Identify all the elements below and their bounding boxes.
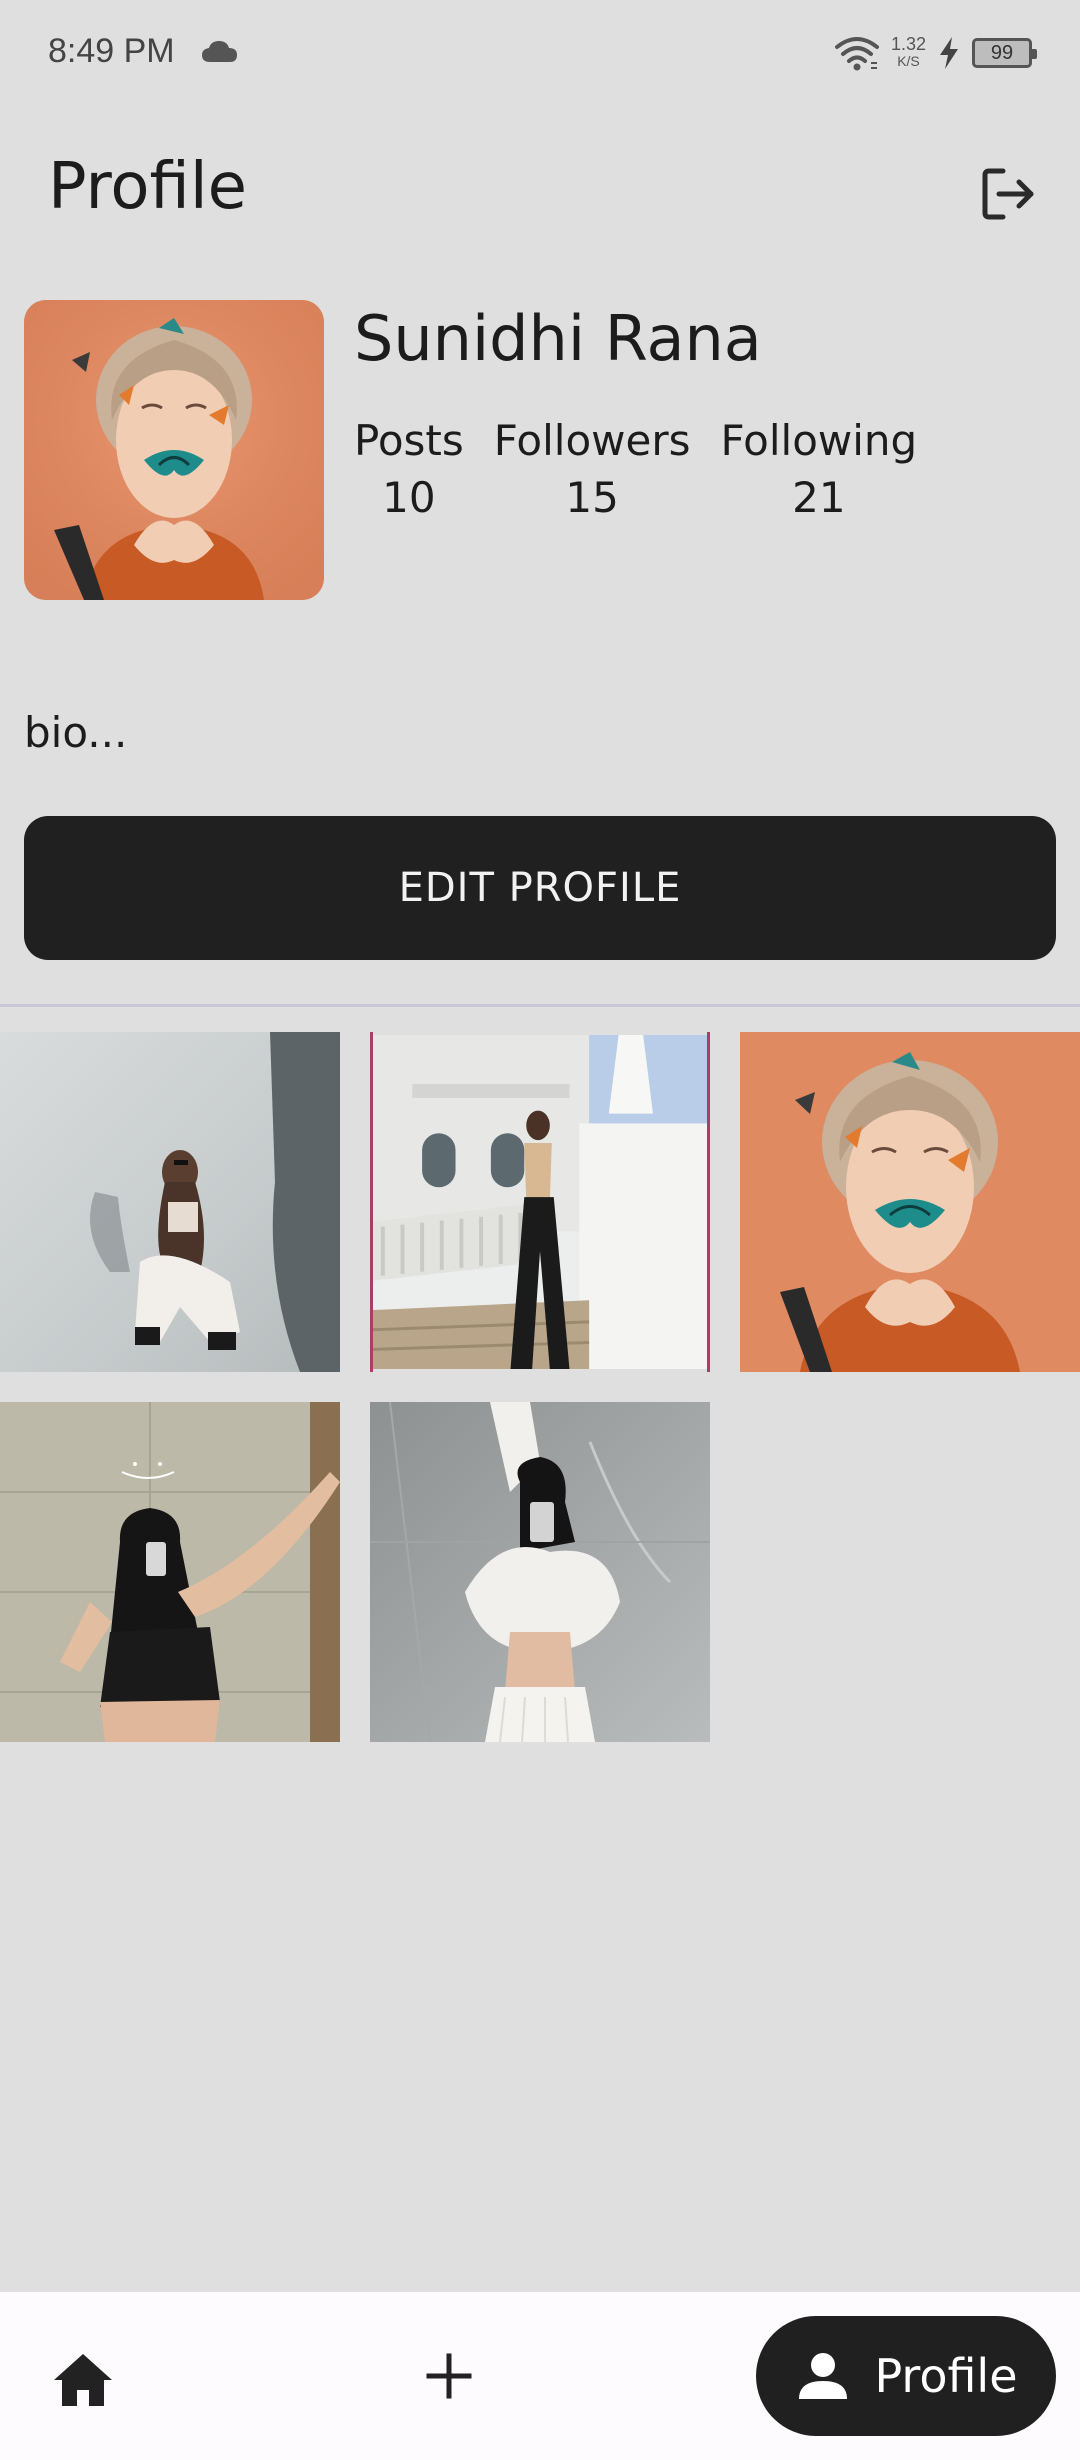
post-thumbnail-5[interactable] xyxy=(370,1402,710,1742)
logout-button[interactable] xyxy=(972,158,1044,230)
nav-profile-label: Profile xyxy=(874,2349,1018,2403)
post-image xyxy=(740,1032,1080,1372)
post-thumbnail-4[interactable] xyxy=(0,1402,340,1742)
post-image xyxy=(0,1032,340,1372)
charging-bolt-icon xyxy=(940,37,958,69)
status-indicators: 1.32 K/S 99 xyxy=(833,28,1037,78)
status-time: 8:49 PM xyxy=(48,32,175,70)
stat-label: Following xyxy=(720,416,918,465)
post-thumbnail-3[interactable] xyxy=(740,1032,1080,1372)
profile-stats: Posts 10 Followers 15 Following 21 xyxy=(354,416,917,522)
post-thumbnail-2[interactable] xyxy=(370,1032,710,1372)
wifi-icon xyxy=(834,37,879,71)
network-speed-value: 1.32 xyxy=(890,34,926,54)
nav-home-button[interactable] xyxy=(50,2350,116,2410)
nav-profile-button[interactable]: Profile xyxy=(756,2316,1056,2436)
avatar-image xyxy=(24,300,324,600)
stat-label: Posts xyxy=(354,416,464,465)
avatar[interactable] xyxy=(24,300,324,600)
post-image xyxy=(370,1402,710,1742)
edit-profile-button[interactable]: EDIT PROFILE xyxy=(24,816,1056,960)
nav-add-button[interactable] xyxy=(424,2346,474,2406)
stat-posts[interactable]: Posts 10 xyxy=(354,416,464,522)
stat-label: Followers xyxy=(493,416,691,465)
bio-text: bio... xyxy=(24,708,128,757)
cloud-icon xyxy=(202,41,237,62)
bottom-nav: Profile xyxy=(0,2292,1080,2460)
battery-icon: 99 xyxy=(972,38,1037,68)
battery-level: 99 xyxy=(990,41,1014,64)
stat-value: 21 xyxy=(792,473,846,522)
post-thumbnail-1[interactable] xyxy=(0,1032,340,1372)
add-icon xyxy=(426,2353,472,2399)
home-icon xyxy=(54,2354,112,2406)
stat-value: 15 xyxy=(565,473,619,522)
post-image xyxy=(373,1035,707,1369)
stat-value: 10 xyxy=(382,473,436,522)
network-speed-unit: K/S xyxy=(897,53,920,69)
status-bar: 8:49 PM 1.32 K/S 99 xyxy=(0,0,1080,110)
person-icon xyxy=(799,2353,848,2399)
user-name: Sunidhi Rana xyxy=(354,302,762,375)
stat-followers[interactable]: Followers 15 xyxy=(494,416,691,522)
stat-following[interactable]: Following 21 xyxy=(721,416,918,522)
divider xyxy=(0,1004,1080,1007)
post-image xyxy=(0,1402,340,1742)
network-speed: 1.32 K/S xyxy=(890,34,926,70)
logout-icon xyxy=(982,168,1034,220)
page-title: Profile xyxy=(48,150,247,224)
